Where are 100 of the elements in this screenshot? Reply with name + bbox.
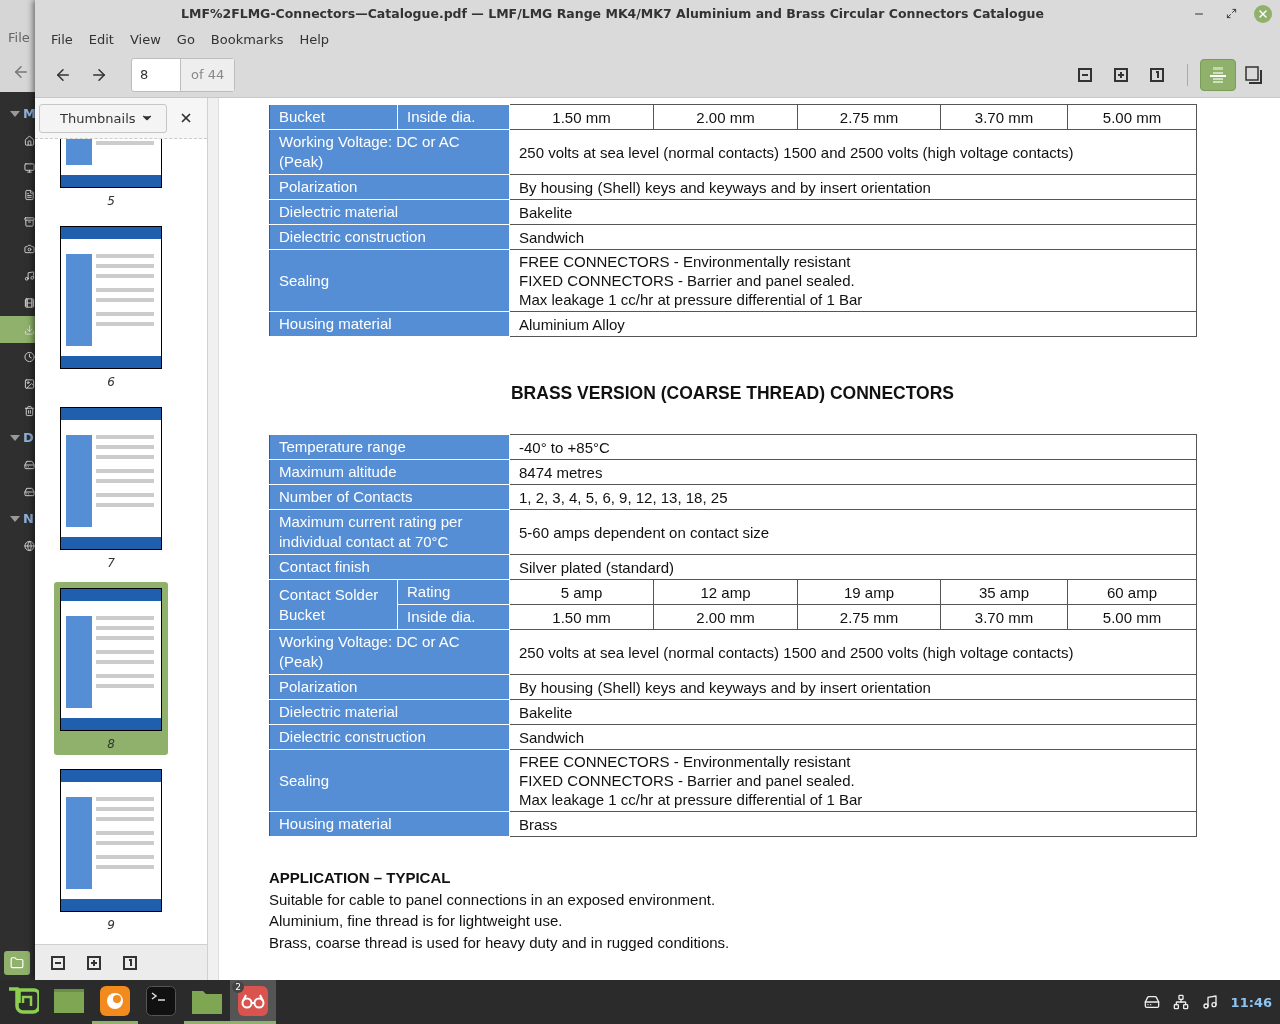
row-value: 5-60 amps dependent on contact size (509, 509, 1197, 555)
section-heading: D (23, 430, 34, 445)
table-cell: 2.75 mm (797, 604, 941, 630)
table-cell: 2.00 mm (653, 604, 798, 630)
mint-logo-icon (7, 985, 39, 1016)
row-value: -40° to +85°C (509, 434, 1197, 460)
continuous-pages-icon (1210, 65, 1226, 84)
row-label: Maximum altitude (269, 459, 510, 485)
sub-label: Inside dia. (397, 604, 510, 630)
page-field[interactable]: 8 of 44 (131, 57, 236, 92)
glasses-icon (238, 985, 268, 1016)
row-label: Sealing (269, 749, 510, 812)
dual-page-icon (1245, 65, 1263, 84)
row-value: FREE CONNECTORS - Environmentally resistant FIXED CONNECTORS - Barrier and panel sealed. Max leakage 1 cc/hr at pressure differential of 1 Bar (509, 249, 1197, 312)
row-value: Bakelite (509, 199, 1197, 225)
body-text: Aluminium, fine thread is for lightweight use. (269, 911, 564, 931)
sidebar-mode-dropdown[interactable]: Thumbnails (39, 103, 167, 133)
sub-label: Rating (397, 579, 510, 605)
row-label: Sealing (269, 249, 510, 312)
body-text: Brass, coarse thread is used for heavy duty and in rugged conditions. (269, 932, 731, 953)
menu-item[interactable]: File (8, 30, 35, 45)
row-value: Sandwich (509, 224, 1197, 250)
menu-item[interactable]: Edit (80, 32, 122, 47)
expander-icon[interactable] (10, 110, 20, 117)
taskbar-app-button[interactable]: 2 (230, 980, 276, 1024)
row-value: Brass (509, 811, 1197, 837)
expander-icon[interactable] (10, 434, 20, 441)
row-label: Working Voltage: DC or AC (Peak) (269, 629, 510, 675)
row-value: 250 volts at sea level (normal contacts) 1500 and 2500 volts (high voltage contacts) (509, 629, 1197, 675)
row-value: Silver plated (standard) (509, 554, 1197, 580)
menu-item[interactable]: Help (291, 32, 338, 47)
close-icon (179, 111, 193, 125)
section-heading: M (23, 106, 35, 121)
row-value: 1, 2, 3, 4, 5, 6, 9, 12, 13, 18, 25 (509, 484, 1197, 510)
table-cell: 5 amp (509, 579, 654, 605)
sub-label: Inside dia. (397, 104, 510, 130)
page-number: 5 (107, 194, 115, 208)
drive-icon[interactable] (1143, 994, 1160, 1010)
folder-icon (10, 955, 24, 970)
row-value: Bakelite (509, 699, 1197, 725)
row-value: Aluminium Alloy (509, 311, 1197, 337)
page-thumbnail[interactable]: 5 (54, 139, 168, 212)
page-thumbnail[interactable]: 8 (54, 582, 168, 755)
row-label: Contact Solder Bucket (269, 579, 398, 630)
row-label: Dielectric material (269, 199, 510, 225)
menu-item[interactable]: File (43, 32, 81, 47)
table-cell: 5.00 mm (1067, 104, 1197, 130)
row-value: 8474 metres (509, 459, 1197, 485)
row-value: By housing (Shell) keys and keyways and by insert orientation (509, 174, 1197, 200)
body-text: Suitable for cable to panel connections in an exposed environment. (269, 889, 717, 910)
row-label: Temperature range (269, 434, 510, 460)
section-heading: N (23, 511, 34, 526)
menu-item[interactable]: Bookmarks (202, 32, 292, 47)
page-number: 7 (107, 556, 115, 570)
actual-size-icon (123, 955, 137, 970)
table-cell: 19 amp (797, 579, 941, 605)
folder-button[interactable] (4, 950, 30, 975)
network-icon[interactable] (1172, 994, 1189, 1010)
row-label: Number of Contacts (269, 484, 510, 510)
page-thumbnail[interactable]: 6 (54, 220, 168, 393)
row-label: Housing material (269, 811, 510, 837)
zoom-out-icon (1078, 67, 1092, 82)
row-label: Dielectric material (269, 699, 510, 725)
window-count-badge: 2 (232, 981, 244, 993)
table-cell: 35 amp (940, 579, 1068, 605)
table-cell: 1.50 mm (509, 604, 654, 630)
actual-size-icon (1150, 67, 1164, 82)
row-label: Dielectric construction (269, 724, 510, 750)
row-label: Contact finish (269, 554, 510, 580)
row-label: Polarization (269, 174, 510, 200)
row-label: Housing material (269, 311, 510, 337)
row-value: 250 volts at sea level (normal contacts) 1500 and 2500 volts (high voltage contacts) (509, 129, 1197, 175)
table-cell: 12 amp (653, 579, 798, 605)
menu-item[interactable]: Go (168, 32, 203, 47)
music-icon[interactable] (1201, 994, 1218, 1010)
zoom-in-icon (1114, 67, 1128, 82)
table-cell: 3.70 mm (940, 604, 1068, 630)
table-cell: 2.00 mm (653, 104, 798, 130)
table-cell: 3.70 mm (940, 104, 1068, 130)
close-icon (1257, 7, 1269, 20)
terminal-icon (146, 985, 176, 1016)
table-cell: 2.75 mm (797, 104, 941, 130)
page-number: 6 (107, 375, 115, 389)
zoom-out-icon (51, 955, 65, 970)
page-thumbnail[interactable]: 7 (54, 401, 168, 574)
page-number: 8 (107, 737, 115, 751)
maximize-icon (1225, 8, 1237, 19)
menu-item[interactable]: View (121, 32, 169, 47)
row-label: Working Voltage: DC or AC (Peak) (269, 129, 510, 175)
section-heading: BRASS VERSION (COARSE THREAD) CONNECTORS (509, 383, 955, 404)
page-thumbnail[interactable]: 9 (54, 763, 168, 936)
clock[interactable]: 11:46 (1230, 994, 1272, 1010)
zoom-in-icon (87, 955, 101, 970)
section-heading: APPLICATION – TYPICAL (269, 868, 452, 888)
window-title: LMF%2FLMG-Connectors—Catalogue.pdf — LMF/LMG Range MK4/MK7 Aluminium and Brass Circular Connectors Catalogue (180, 6, 1045, 21)
row-label: Polarization (269, 674, 510, 700)
row-label: Bucket (269, 104, 398, 130)
scrollbar-track[interactable] (208, 98, 219, 980)
table-cell: 60 amp (1067, 579, 1197, 605)
expander-icon[interactable] (10, 515, 20, 522)
